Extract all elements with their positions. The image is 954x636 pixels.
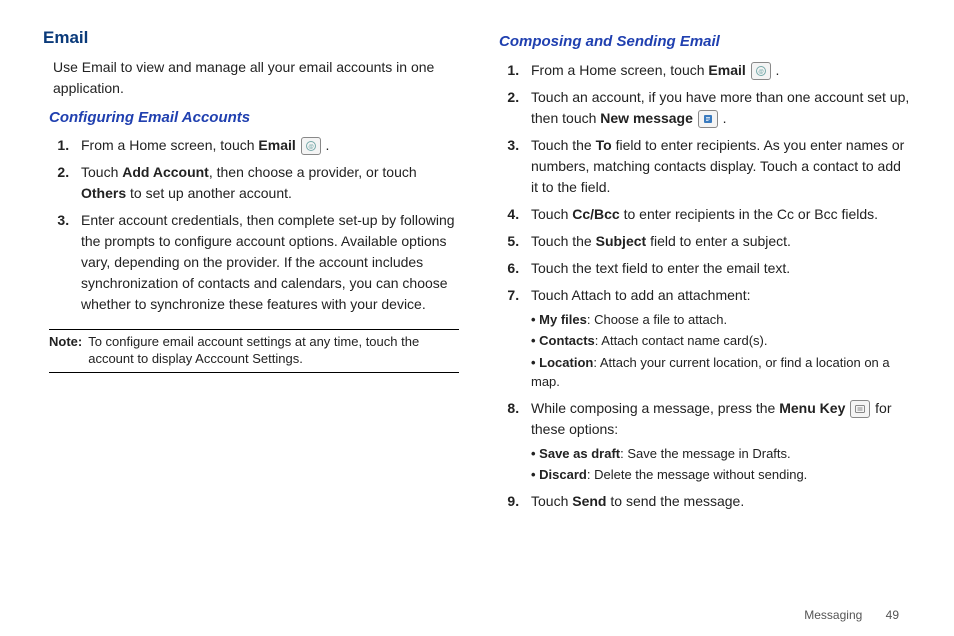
note-text: To configure email account settings at a… <box>86 334 459 368</box>
email-app-icon: @ <box>301 137 321 155</box>
right-column: Composing and Sending Email From a Home … <box>477 25 919 618</box>
attach-option-contacts: Contacts: Attach contact name card(s). <box>531 331 911 351</box>
composing-step-4: Touch Cc/Bcc to enter recipients in the … <box>523 204 911 225</box>
svg-text:@: @ <box>758 69 764 75</box>
attach-options-list: My files: Choose a file to attach. Conta… <box>531 310 911 392</box>
menu-key-icon <box>850 400 870 418</box>
left-column: Email Use Email to view and manage all y… <box>35 25 477 618</box>
composing-steps-list: From a Home screen, touch Email @ . Touc… <box>523 60 911 512</box>
composing-step-2: Touch an account, if you have more than … <box>523 87 911 129</box>
page-footer: Messaging 49 <box>804 608 899 622</box>
composing-step-6: Touch the text field to enter the email … <box>523 258 911 279</box>
configuring-step-1: From a Home screen, touch Email @ . <box>73 135 465 156</box>
note-label: Note: <box>49 334 82 368</box>
svg-text:@: @ <box>308 144 314 150</box>
composing-step-9: Touch Send to send the message. <box>523 491 911 512</box>
attach-option-location: Location: Attach your current location, … <box>531 353 911 392</box>
attach-option-myfiles: My files: Choose a file to attach. <box>531 310 911 330</box>
footer-page-number: 49 <box>886 608 899 622</box>
footer-chapter: Messaging <box>804 608 862 622</box>
note-block: Note: To configure email account setting… <box>49 329 459 373</box>
menu-option-save-draft: Save as draft: Save the message in Draft… <box>531 444 911 464</box>
email-app-icon: @ <box>751 62 771 80</box>
intro-text: Use Email to view and manage all your em… <box>53 57 465 99</box>
menu-options-list: Save as draft: Save the message in Draft… <box>531 444 911 485</box>
composing-step-7: Touch Attach to add an attachment: My fi… <box>523 285 911 392</box>
composing-step-1: From a Home screen, touch Email @ . <box>523 60 911 81</box>
subsection-composing: Composing and Sending Email <box>499 31 911 54</box>
configuring-step-3: Enter account credentials, then complete… <box>73 210 465 315</box>
composing-step-8: While composing a message, press the Men… <box>523 398 911 485</box>
new-message-icon <box>698 110 718 128</box>
section-heading-email: Email <box>43 25 465 51</box>
configuring-step-2: Touch Add Account, then choose a provide… <box>73 162 465 204</box>
subsection-configuring: Configuring Email Accounts <box>49 107 465 130</box>
composing-step-3: Touch the To field to enter recipients. … <box>523 135 911 198</box>
manual-page: Email Use Email to view and manage all y… <box>0 0 954 636</box>
composing-step-5: Touch the Subject field to enter a subje… <box>523 231 911 252</box>
configuring-steps-list: From a Home screen, touch Email @ . Touc… <box>73 135 465 315</box>
menu-option-discard: Discard: Delete the message without send… <box>531 465 911 485</box>
